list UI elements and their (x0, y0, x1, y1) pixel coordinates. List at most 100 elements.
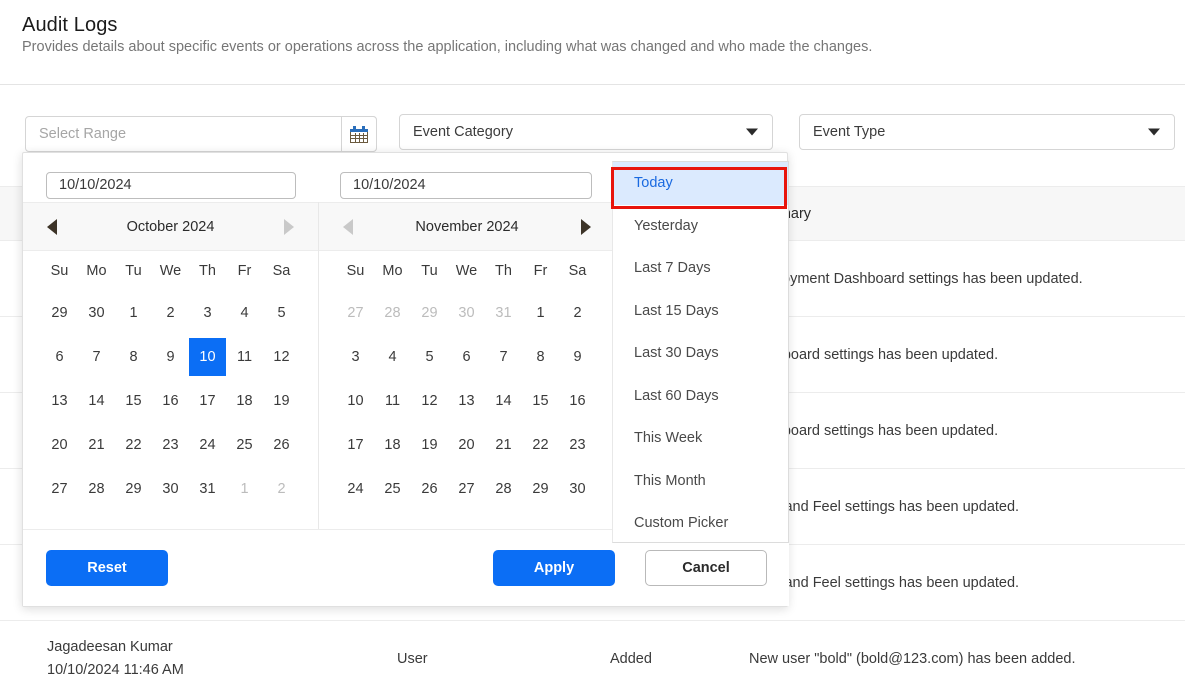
chevron-left-icon[interactable] (343, 219, 353, 235)
calendar-day[interactable]: 30 (559, 467, 596, 511)
reset-button[interactable]: Reset (46, 550, 168, 586)
calendar-day[interactable]: 30 (152, 467, 189, 511)
quick-range-item[interactable]: Last 30 Days (613, 332, 788, 375)
calendar-day[interactable]: 4 (226, 291, 263, 335)
calendar-day[interactable]: 15 (522, 379, 559, 423)
calendar-day[interactable]: 11 (374, 379, 411, 423)
calendar-day[interactable]: 13 (41, 379, 78, 423)
quick-range-item[interactable]: Custom Picker (613, 502, 788, 543)
calendar-day[interactable]: 28 (374, 291, 411, 335)
calendar-day[interactable]: 17 (337, 423, 374, 467)
calendar-day[interactable]: 3 (337, 335, 374, 379)
calendar-day[interactable]: 2 (152, 291, 189, 335)
calendar-day[interactable]: 21 (485, 423, 522, 467)
calendar-day[interactable]: 6 (41, 335, 78, 379)
calendar-day[interactable]: 24 (189, 423, 226, 467)
calendar-day[interactable]: 12 (411, 379, 448, 423)
calendar-day[interactable]: 29 (115, 467, 152, 511)
calendar-day[interactable]: 29 (41, 291, 78, 335)
quick-range-item[interactable]: Today (613, 162, 788, 205)
end-date-input[interactable]: 10/10/2024 (340, 172, 592, 199)
chevron-left-icon[interactable] (47, 219, 57, 235)
quick-range-item[interactable]: This Week (613, 417, 788, 460)
calendar-day[interactable]: 31 (189, 467, 226, 511)
select-range-input[interactable]: Select Range (25, 116, 377, 152)
calendar-day[interactable]: 16 (559, 379, 596, 423)
quick-range-item[interactable]: Yesterday (613, 205, 788, 248)
calendar-day[interactable]: 22 (115, 423, 152, 467)
calendar-day[interactable]: 26 (263, 423, 300, 467)
calendar-day[interactable]: 4 (374, 335, 411, 379)
calendar-day[interactable]: 2 (559, 291, 596, 335)
cancel-button[interactable]: Cancel (645, 550, 767, 586)
calendar-day[interactable]: 30 (448, 291, 485, 335)
calendar-day[interactable]: 8 (115, 335, 152, 379)
calendar-day[interactable]: 15 (115, 379, 152, 423)
calendar-day[interactable]: 22 (522, 423, 559, 467)
calendar-day[interactable]: 1 (522, 291, 559, 335)
calendar-day[interactable]: 25 (226, 423, 263, 467)
calendar-day-label: 9 (152, 338, 189, 376)
calendar-day[interactable]: 1 (226, 467, 263, 511)
calendar-day[interactable]: 6 (448, 335, 485, 379)
calendar-day[interactable]: 19 (263, 379, 300, 423)
calendar-day[interactable]: 14 (78, 379, 115, 423)
calendar-day[interactable]: 20 (41, 423, 78, 467)
calendar-day[interactable]: 2 (263, 467, 300, 511)
calendar-day[interactable]: 25 (374, 467, 411, 511)
calendar-day-label: 18 (226, 382, 263, 420)
calendar-left: October 2024SuMoTuWeThFrSa29301234567891… (23, 202, 319, 530)
calendar-day[interactable]: 9 (559, 335, 596, 379)
calendar-day[interactable]: 7 (485, 335, 522, 379)
chevron-right-icon[interactable] (284, 219, 294, 235)
calendar-day[interactable]: 27 (337, 291, 374, 335)
calendar-day[interactable]: 23 (559, 423, 596, 467)
quick-range-item[interactable]: Last 7 Days (613, 247, 788, 290)
calendar-day[interactable]: 5 (411, 335, 448, 379)
calendar-day[interactable]: 9 (152, 335, 189, 379)
calendar-day[interactable]: 30 (78, 291, 115, 335)
start-date-input[interactable]: 10/10/2024 (46, 172, 296, 199)
calendar-day[interactable]: 28 (485, 467, 522, 511)
weekday-label: Mo (374, 251, 411, 291)
calendar-day[interactable]: 3 (189, 291, 226, 335)
calendar-day[interactable]: 17 (189, 379, 226, 423)
calendar-day[interactable]: 19 (411, 423, 448, 467)
apply-button[interactable]: Apply (493, 550, 615, 586)
calendar-day[interactable]: 16 (152, 379, 189, 423)
calendar-day-label: 2 (263, 470, 300, 508)
quick-range-item[interactable]: Last 15 Days (613, 290, 788, 333)
calendar-day[interactable]: 5 (263, 291, 300, 335)
calendar-day[interactable]: 1 (115, 291, 152, 335)
calendar-day[interactable]: 31 (485, 291, 522, 335)
calendar-day[interactable]: 20 (448, 423, 485, 467)
calendar-day[interactable]: 29 (411, 291, 448, 335)
calendar-day-selected[interactable]: 10 (189, 335, 226, 379)
quick-range-item[interactable]: Last 60 Days (613, 375, 788, 418)
calendar-day[interactable]: 10 (337, 379, 374, 423)
calendar-week-row: 272829303112 (41, 467, 300, 511)
calendar-day[interactable]: 24 (337, 467, 374, 511)
calendar-day[interactable]: 18 (226, 379, 263, 423)
quick-range-item[interactable]: This Month (613, 460, 788, 503)
calendar-day[interactable]: 27 (41, 467, 78, 511)
calendar-day[interactable]: 18 (374, 423, 411, 467)
chevron-right-icon[interactable] (581, 219, 591, 235)
event-type-select[interactable]: Event Type (799, 114, 1175, 150)
calendar-day[interactable]: 7 (78, 335, 115, 379)
calendar-day[interactable]: 21 (78, 423, 115, 467)
calendar-day[interactable]: 13 (448, 379, 485, 423)
event-category-select[interactable]: Event Category (399, 114, 773, 150)
calendar-day[interactable]: 8 (522, 335, 559, 379)
calendar-icon-button[interactable] (341, 116, 377, 152)
calendar-day[interactable]: 11 (226, 335, 263, 379)
calendar-day[interactable]: 23 (152, 423, 189, 467)
calendar-day[interactable]: 29 (522, 467, 559, 511)
calendar-day-label: 13 (41, 382, 78, 420)
calendar-day[interactable]: 28 (78, 467, 115, 511)
calendar-day[interactable]: 27 (448, 467, 485, 511)
calendar-day[interactable]: 14 (485, 379, 522, 423)
calendar-day[interactable]: 12 (263, 335, 300, 379)
calendar-day[interactable]: 26 (411, 467, 448, 511)
table-row[interactable]: Jagadeesan Kumar10/10/2024 11:46 AMUserA… (0, 621, 1185, 696)
